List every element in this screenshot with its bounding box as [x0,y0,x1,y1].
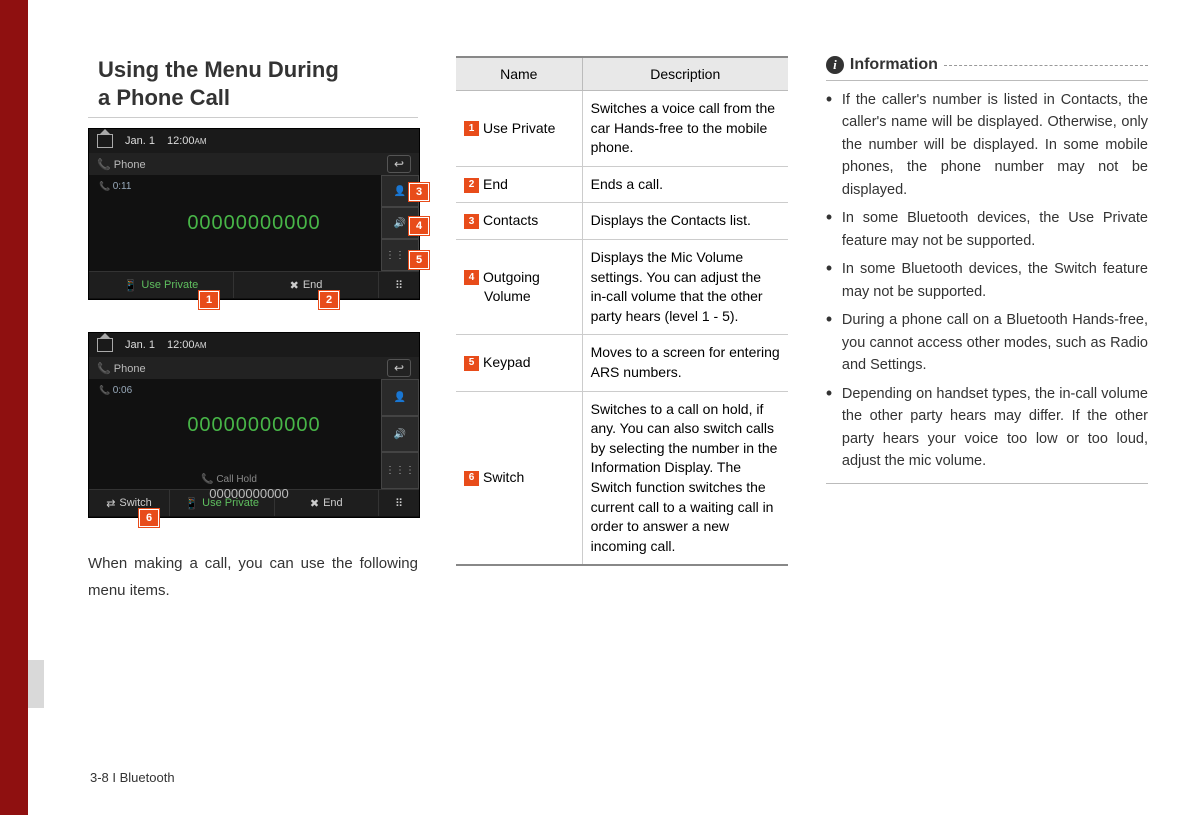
table-cell-name: 1Use Private [456,91,582,167]
status-date: Jan. 1 [125,339,155,351]
keypad-button[interactable]: ⋮⋮⋮ [381,452,419,489]
page-footer: 3-8 I Bluetooth [90,770,175,785]
table-cell-desc: Ends a call. [582,166,788,203]
home-icon[interactable] [97,134,113,148]
status-time: 12:00AM [167,339,207,351]
callout-1: 1 [199,291,219,309]
section-title-line2: a Phone Call [98,85,230,110]
status-date: Jan. 1 [125,135,155,147]
call-timer: 0:06 [99,385,132,396]
info-bottom-rule [826,483,1148,484]
contacts-button[interactable]: 👤 [381,379,419,416]
section-title: Using the Menu During a Phone Call [88,56,418,118]
info-icon: i [826,56,844,74]
back-button[interactable]: ↩ [387,155,411,173]
volume-button[interactable]: 🔊 [381,416,419,453]
table-row: 5Keypad Moves to a screen for entering A… [456,335,788,391]
table-cell-desc: Displays the Mic Volume settings. You ca… [582,239,788,334]
num-badge: 1 [464,121,479,136]
table-cell-name: 4OutgoingVolume [456,239,582,334]
table-head-desc: Description [582,57,788,91]
info-item: If the caller's number is listed in Cont… [826,89,1148,201]
info-item: Depending on handset types, the in-call … [826,383,1148,473]
home-icon[interactable] [97,338,113,352]
table-cell-desc: Switches a voice call from the car Hands… [582,91,788,167]
num-badge: 3 [464,214,479,229]
info-item: During a phone call on a Bluetooth Hands… [826,309,1148,376]
callout-2: 2 [319,291,339,309]
call-body: 0:06 00000000000 📞 Call Hold 00000000000… [89,379,419,489]
num-badge: 2 [464,178,479,193]
status-bar: Jan. 1 12:00AM [89,333,419,357]
table-cell-name: 5Keypad [456,335,582,391]
keypad-toggle-button[interactable]: ⠿ [379,490,419,516]
description-table: Name Description 1Use Private Switches a… [456,56,788,566]
info-dash-rule [944,65,1148,66]
bottom-bar: 📱 Use Private ✖ End ⠿ [89,271,419,298]
table-row: 2End Ends a call. [456,166,788,203]
call-number: 00000000000 [89,212,419,235]
table-cell-name: 2End [456,166,582,203]
page-tab [28,660,44,708]
section-title-line1: Using the Menu During [98,57,339,82]
info-list: If the caller's number is listed in Cont… [826,89,1148,473]
table-head-name: Name [456,57,582,91]
page-content: Using the Menu During a Phone Call Jan. … [88,56,1148,604]
table-cell-desc: Displays the Contacts list. [582,203,788,240]
call-timer: 0:11 [99,181,131,192]
side-buttons: 👤 🔊 ⋮⋮⋮ [381,379,419,489]
info-item: In some Bluetooth devices, the Use Priva… [826,207,1148,252]
column-left: Using the Menu During a Phone Call Jan. … [88,56,418,604]
status-time: 12:00AM [167,135,207,147]
breadcrumb-label: 📞 Phone [97,362,146,375]
info-item: In some Bluetooth devices, the Switch fe… [826,258,1148,303]
info-title: Information [850,56,938,74]
num-badge: 4 [464,270,479,285]
table-row: 4OutgoingVolume Displays the Mic Volume … [456,239,788,334]
breadcrumb-bar: 📞 Phone ↩ [89,357,419,379]
status-bar: Jan. 1 12:00AM [89,129,419,153]
column-middle: Name Description 1Use Private Switches a… [456,56,788,604]
end-button[interactable]: ✖ End [234,272,379,298]
num-badge: 6 [464,471,479,486]
body-text: When making a call, you can use the foll… [88,550,418,604]
table-cell-name: 3Contacts [456,203,582,240]
call-number: 00000000000 [89,414,419,437]
table-cell-desc: Switches to a call on hold, if any. You … [582,391,788,565]
table-row: 3Contacts Displays the Contacts list. [456,203,788,240]
callout-4: 4 [409,217,429,235]
num-badge: 5 [464,356,479,371]
page-spine [0,0,28,815]
info-header: i Information [826,56,1148,81]
hold-number: 00000000000 [109,486,359,501]
table-cell-desc: Moves to a screen for entering ARS numbe… [582,335,788,391]
keypad-toggle-button[interactable]: ⠿ [379,272,419,298]
table-row: 6Switch Switches to a call on hold, if a… [456,391,788,565]
back-button[interactable]: ↩ [387,359,411,377]
callout-6: 6 [139,509,159,527]
hold-label: 📞 Call Hold [89,474,359,485]
breadcrumb-bar: 📞 Phone ↩ [89,153,419,175]
breadcrumb-label: 📞 Phone [97,158,146,171]
screenshot-call-single: Jan. 1 12:00AM 📞 Phone ↩ 0:11 0000000000… [88,128,420,300]
table-row: 1Use Private Switches a voice call from … [456,91,788,167]
screenshot-call-hold: Jan. 1 12:00AM 📞 Phone ↩ 0:06 0000000000… [88,332,420,518]
call-body: 0:11 00000000000 👤 🔊 ⋮⋮⋮ [89,175,419,271]
callout-3: 3 [409,183,429,201]
callout-5: 5 [409,251,429,269]
table-cell-name: 6Switch [456,391,582,565]
column-right: i Information If the caller's number is … [826,56,1148,604]
